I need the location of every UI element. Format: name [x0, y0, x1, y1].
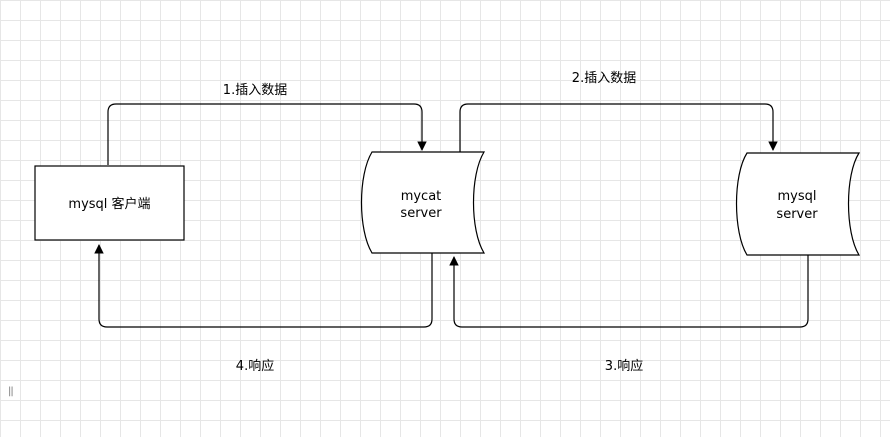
mysql-server-node[interactable]	[735, 152, 861, 256]
edge-label-step3: 3.响应	[605, 358, 643, 374]
panel-resize-handle[interactable]: ||	[8, 386, 14, 397]
edge-label-step1: 1.插入数据	[223, 83, 287, 98]
edge-mysql-to-mycat[interactable]	[449, 255, 809, 328]
mycat-server-label-line1: mycat	[401, 189, 442, 204]
edge-mycat-to-client[interactable]	[94, 244, 433, 328]
edge-label-step2: 2.插入数据	[572, 71, 636, 86]
diagram-canvas: mysql 客户端 mycat server mysql server 1.插入…	[34, 71, 861, 374]
mycat-server-label-line2: server	[400, 206, 442, 221]
mysql-server-label-line2: server	[776, 207, 818, 222]
edge-label-step4: 4.响应	[236, 358, 274, 374]
mysql-server-label-line1: mysql	[778, 189, 817, 204]
mysql-client-label: mysql 客户端	[68, 196, 150, 212]
edge-mycat-to-mysql[interactable]	[459, 103, 778, 152]
